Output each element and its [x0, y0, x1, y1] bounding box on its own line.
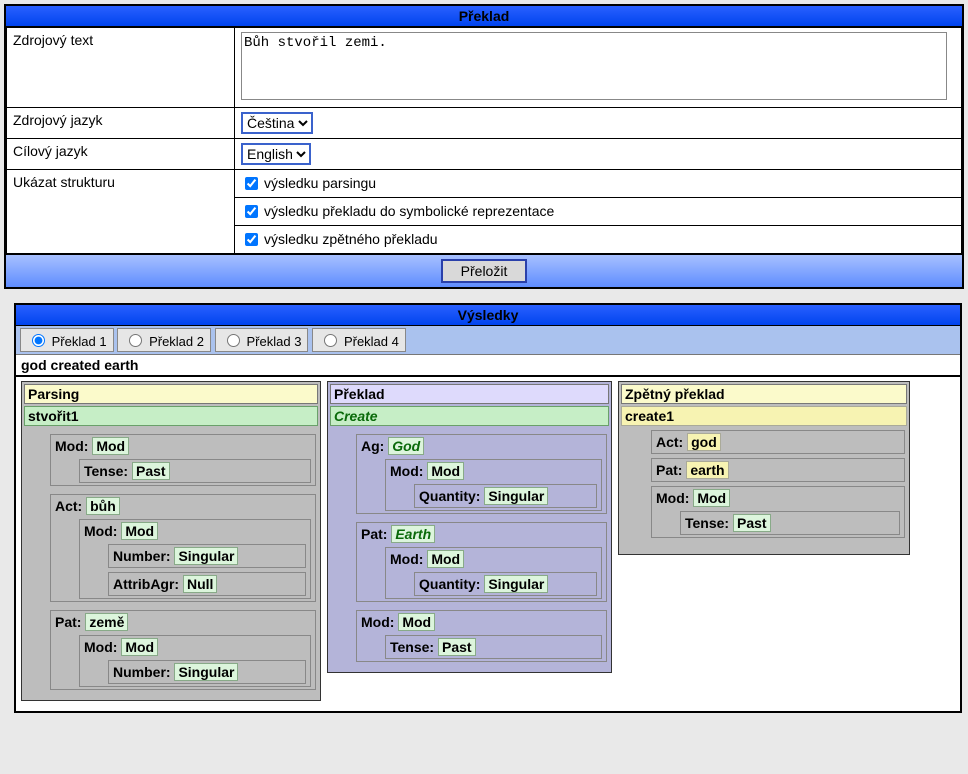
result-sentence: god created earth — [16, 355, 960, 377]
target-lang-select[interactable]: English — [241, 143, 311, 165]
parsing-pat-number: Number: Singular — [108, 660, 306, 684]
parsing-act-node: Act: bůh Mod: Mod Number: Singular Attri… — [50, 494, 316, 602]
trans-mod-node: Mod: Mod Tense: Past — [356, 610, 607, 662]
parsing-act-attribagr: AttribAgr: Null — [108, 572, 306, 596]
results-panel: Výsledky Překlad 1 Překlad 2 Překlad 3 P… — [14, 303, 962, 713]
trans-pat-mod: Mod: Mod Quantity: Singular — [385, 547, 602, 599]
tab-preklad-1[interactable]: Překlad 1 — [20, 328, 114, 352]
submit-row: Přeložit — [6, 254, 962, 287]
checkbox-back-label: výsledku zpětného překladu — [264, 231, 438, 247]
parsing-column: Parsing stvořit1 Mod: Mod Tense: Past Ac… — [21, 381, 321, 701]
back-mod-node: Mod: Mod Tense: Past — [651, 486, 905, 538]
label-show-structure: Ukázat strukturu — [7, 170, 235, 254]
label-source-lang: Zdrojový jazyk — [7, 108, 235, 139]
back-pat: Pat: earth — [651, 458, 905, 482]
checkbox-back[interactable] — [245, 233, 258, 246]
trans-tense: Tense: Past — [385, 635, 602, 659]
source-text-input[interactable] — [241, 32, 947, 100]
back-root: create1 — [621, 406, 907, 426]
parsing-pat-node: Pat: země Mod: Mod Number: Singular — [50, 610, 316, 690]
translation-panel: Překlad Zdrojový text Zdrojový jazyk Češ… — [4, 4, 964, 289]
translation-root: Create — [330, 406, 609, 426]
tab-preklad-3[interactable]: Překlad 3 — [215, 328, 309, 352]
tab-radio-1[interactable] — [32, 334, 45, 347]
trans-ag-node: Ag: God Mod: Mod Quantity: Singular — [356, 434, 607, 514]
back-translation-column: Zpětný překlad create1 Act: god Pat: ear… — [618, 381, 910, 555]
trans-ag-quantity: Quantity: Singular — [414, 484, 597, 508]
results-tabs: Překlad 1 Překlad 2 Překlad 3 Překlad 4 — [16, 326, 960, 355]
parsing-act-mod: Mod: Mod Number: Singular AttribAgr: Nul… — [79, 519, 311, 599]
trans-pat-quantity: Quantity: Singular — [414, 572, 597, 596]
source-lang-select[interactable]: Čeština — [241, 112, 313, 134]
tab-preklad-4[interactable]: Překlad 4 — [312, 328, 406, 352]
checkbox-parsing[interactable] — [245, 177, 258, 190]
translation-form: Zdrojový text Zdrojový jazyk Čeština Cíl… — [6, 27, 962, 254]
checkbox-symbolic-label: výsledku překladu do symbolické reprezen… — [264, 203, 554, 219]
checkbox-symbolic[interactable] — [245, 205, 258, 218]
translation-column: Překlad Create Ag: God Mod: Mod Quantity… — [327, 381, 612, 673]
trans-ag-mod: Mod: Mod Quantity: Singular — [385, 459, 602, 511]
checkbox-parsing-label: výsledku parsingu — [264, 175, 376, 191]
back-tense: Tense: Past — [680, 511, 900, 535]
parsing-act-number: Number: Singular — [108, 544, 306, 568]
back-act: Act: god — [651, 430, 905, 454]
tab-radio-2[interactable] — [129, 334, 142, 347]
results-title: Výsledky — [16, 305, 960, 326]
trans-pat-node: Pat: Earth Mod: Mod Quantity: Singular — [356, 522, 607, 602]
translation-col-title: Překlad — [330, 384, 609, 404]
parsing-title: Parsing — [24, 384, 318, 404]
tab-radio-4[interactable] — [324, 334, 337, 347]
back-title: Zpětný překlad — [621, 384, 907, 404]
result-columns: Parsing stvořit1 Mod: Mod Tense: Past Ac… — [16, 377, 960, 711]
parsing-pat-mod: Mod: Mod Number: Singular — [79, 635, 311, 687]
tab-preklad-2[interactable]: Překlad 2 — [117, 328, 211, 352]
tab-radio-3[interactable] — [227, 334, 240, 347]
translate-button[interactable]: Přeložit — [441, 259, 528, 283]
parsing-mod-node: Mod: Mod Tense: Past — [50, 434, 316, 486]
parsing-mod-tense: Tense: Past — [79, 459, 311, 483]
label-source-text: Zdrojový text — [7, 28, 235, 108]
label-target-lang: Cílový jazyk — [7, 139, 235, 170]
parsing-root: stvořit1 — [24, 406, 318, 426]
translation-title: Překlad — [6, 6, 962, 27]
